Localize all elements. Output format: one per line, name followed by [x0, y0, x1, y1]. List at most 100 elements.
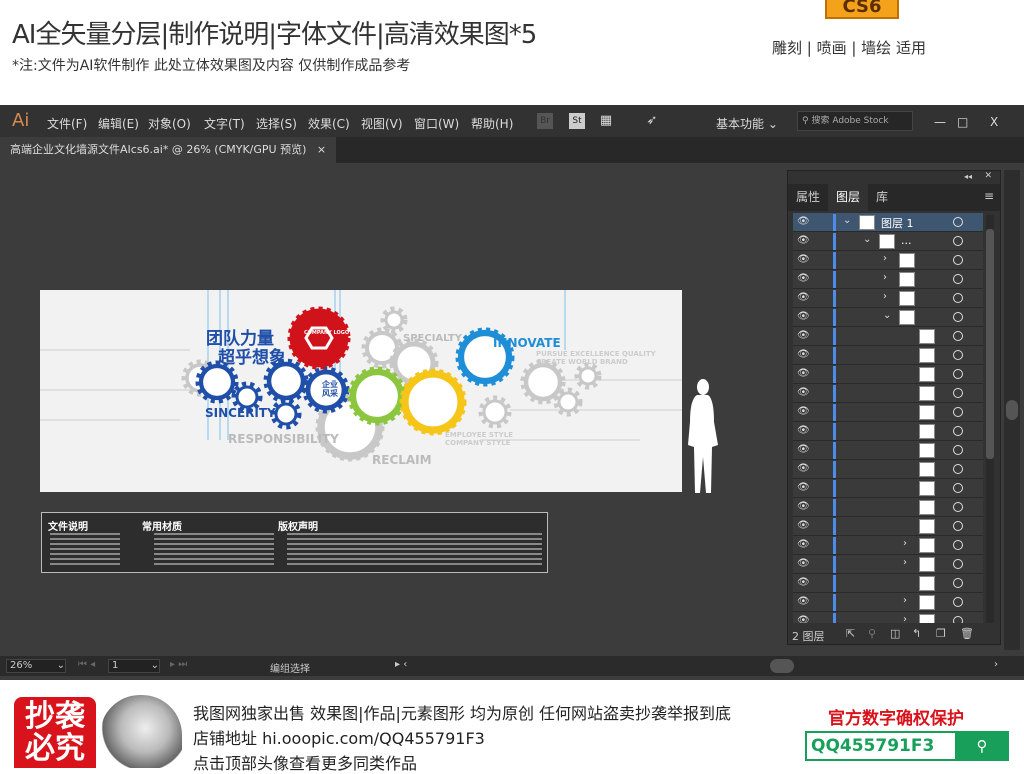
clipping-mask-icon[interactable]: ◫ — [890, 627, 900, 640]
close-panel-icon[interactable]: ✕ — [984, 171, 992, 181]
visibility-eye-icon[interactable]: 👁 — [797, 330, 810, 341]
new-sublayer-icon[interactable]: ↰ — [912, 627, 921, 640]
layer-row[interactable]: 👁 › — [793, 270, 983, 289]
menu-select[interactable]: 选择(S) — [256, 115, 297, 132]
menu-window[interactable]: 窗口(W) — [414, 115, 459, 132]
target-circle-icon[interactable] — [953, 502, 963, 512]
menu-help[interactable]: 帮助(H) — [471, 115, 513, 132]
visibility-eye-icon[interactable]: 👁 — [797, 539, 810, 550]
maximize-button[interactable]: □ — [957, 115, 968, 129]
target-circle-icon[interactable] — [953, 331, 963, 341]
workspace-switcher[interactable]: 基本功能 ⌄ — [716, 115, 778, 132]
menu-object[interactable]: 对象(O) — [148, 115, 191, 132]
target-circle-icon[interactable] — [953, 578, 963, 588]
target-circle-icon[interactable] — [953, 464, 963, 474]
bridge-button[interactable]: Br — [537, 113, 553, 129]
export-icon[interactable]: ⇱ — [846, 627, 855, 640]
code-search-box[interactable]: QQ455791F3 ⚲ — [805, 731, 1009, 761]
target-circle-icon[interactable] — [953, 388, 963, 398]
search-button[interactable]: ⚲ — [955, 733, 1009, 759]
layer-row[interactable]: 👁 — [793, 479, 983, 498]
target-circle-icon[interactable] — [953, 616, 963, 623]
chevron-right-icon[interactable]: › — [883, 291, 887, 302]
visibility-eye-icon[interactable]: 👁 — [797, 406, 810, 417]
layer-row[interactable]: 👁 — [793, 574, 983, 593]
visibility-eye-icon[interactable]: 👁 — [797, 558, 810, 569]
target-circle-icon[interactable] — [953, 274, 963, 284]
layer-row[interactable]: 👁 — [793, 422, 983, 441]
footer-shop-link[interactable]: 店铺地址 hi.ooopic.com/QQ455791F3 — [193, 725, 485, 749]
chevron-right-icon[interactable]: › — [883, 253, 887, 264]
target-circle-icon[interactable] — [953, 255, 963, 265]
locate-icon[interactable]: ⚲ — [868, 627, 876, 640]
visibility-eye-icon[interactable]: 👁 — [797, 520, 810, 531]
layer-row[interactable]: 👁 › — [793, 251, 983, 270]
scroll-right-icon[interactable]: › — [994, 659, 998, 670]
target-circle-icon[interactable] — [953, 350, 963, 360]
target-circle-icon[interactable] — [953, 559, 963, 569]
visibility-eye-icon[interactable]: 👁 — [797, 349, 810, 360]
visibility-eye-icon[interactable]: 👁 — [797, 615, 810, 623]
chevron-right-icon[interactable]: › — [903, 557, 907, 568]
collapse-panel-icon[interactable]: ◂◂ — [964, 172, 972, 181]
layer-row[interactable]: 👁 — [793, 384, 983, 403]
arrange-icon[interactable]: ▦ — [598, 113, 614, 129]
horizontal-scrollbar-thumb[interactable] — [770, 659, 794, 673]
target-circle-icon[interactable] — [953, 426, 963, 436]
author-avatar[interactable] — [100, 695, 182, 768]
visibility-eye-icon[interactable]: 👁 — [797, 444, 810, 455]
target-circle-icon[interactable] — [953, 407, 963, 417]
layer-row[interactable]: 👁 ⌄... — [793, 232, 983, 251]
visibility-eye-icon[interactable]: 👁 — [797, 387, 810, 398]
delete-icon[interactable]: 🗑 — [960, 627, 974, 640]
layer-row[interactable]: 👁 — [793, 327, 983, 346]
stock-search-input[interactable]: ⚲ 搜索 Adobe Stock — [797, 111, 913, 131]
target-circle-icon[interactable] — [953, 217, 963, 227]
chevron-down-icon[interactable]: ⌄ — [863, 234, 871, 245]
menu-edit[interactable]: 编辑(E) — [98, 115, 139, 132]
chevron-right-icon[interactable]: › — [903, 614, 907, 623]
last-artboard-icon[interactable]: ▸ ⏭ — [170, 659, 187, 670]
target-circle-icon[interactable] — [953, 369, 963, 379]
menu-effect[interactable]: 效果(C) — [308, 115, 350, 132]
target-circle-icon[interactable] — [953, 312, 963, 322]
target-circle-icon[interactable] — [953, 597, 963, 607]
visibility-eye-icon[interactable]: 👁 — [797, 292, 810, 303]
layer-row[interactable]: 👁 — [793, 517, 983, 536]
target-circle-icon[interactable] — [953, 293, 963, 303]
layer-list-scrollbar[interactable] — [986, 215, 994, 623]
artboard[interactable]: 团队力量 超乎想象 COMPANY LOGO SINCERITY RESPONS… — [40, 290, 682, 492]
chevron-down-icon[interactable]: ⌄ — [843, 215, 851, 226]
tab-layers[interactable]: 图层 — [828, 184, 869, 211]
visibility-eye-icon[interactable]: 👁 — [797, 501, 810, 512]
visibility-eye-icon[interactable]: 👁 — [797, 254, 810, 265]
layer-name[interactable]: ... — [901, 234, 912, 247]
zoom-select[interactable]: 26% ⌄ — [6, 659, 66, 673]
new-layer-icon[interactable]: ❐ — [936, 627, 946, 640]
menu-type[interactable]: 文字(T) — [204, 115, 245, 132]
layer-row[interactable]: 👁 › — [793, 593, 983, 612]
menu-file[interactable]: 文件(F) — [47, 115, 87, 132]
layer-row[interactable]: 👁 — [793, 403, 983, 422]
tab-libraries[interactable]: 库 — [868, 184, 896, 211]
layer-row[interactable]: 👁 — [793, 460, 983, 479]
status-menu-icon[interactable]: ▸ ‹ — [395, 659, 407, 670]
layer-name[interactable]: 图层 1 — [881, 215, 914, 231]
layer-row[interactable]: 👁 › — [793, 612, 983, 623]
target-circle-icon[interactable] — [953, 236, 963, 246]
minimize-button[interactable]: — — [934, 115, 946, 129]
visibility-eye-icon[interactable]: 👁 — [797, 577, 810, 588]
tab-properties[interactable]: 属性 — [788, 184, 828, 211]
layer-row[interactable]: 👁 › — [793, 289, 983, 308]
code-value[interactable]: QQ455791F3 — [811, 736, 934, 756]
layer-row[interactable]: 👁 ⌄ 图层 1 — [793, 213, 983, 232]
layer-row[interactable]: 👁 — [793, 346, 983, 365]
visibility-eye-icon[interactable]: 👁 — [797, 216, 810, 227]
visibility-eye-icon[interactable]: 👁 — [797, 596, 810, 607]
target-circle-icon[interactable] — [953, 540, 963, 550]
rocket-icon[interactable]: ➶ — [644, 113, 660, 129]
menu-view[interactable]: 视图(V) — [361, 115, 403, 132]
visibility-eye-icon[interactable]: 👁 — [797, 368, 810, 379]
canvas-vertical-scrollbar[interactable] — [1004, 170, 1020, 650]
layer-row[interactable]: 👁 — [793, 365, 983, 384]
